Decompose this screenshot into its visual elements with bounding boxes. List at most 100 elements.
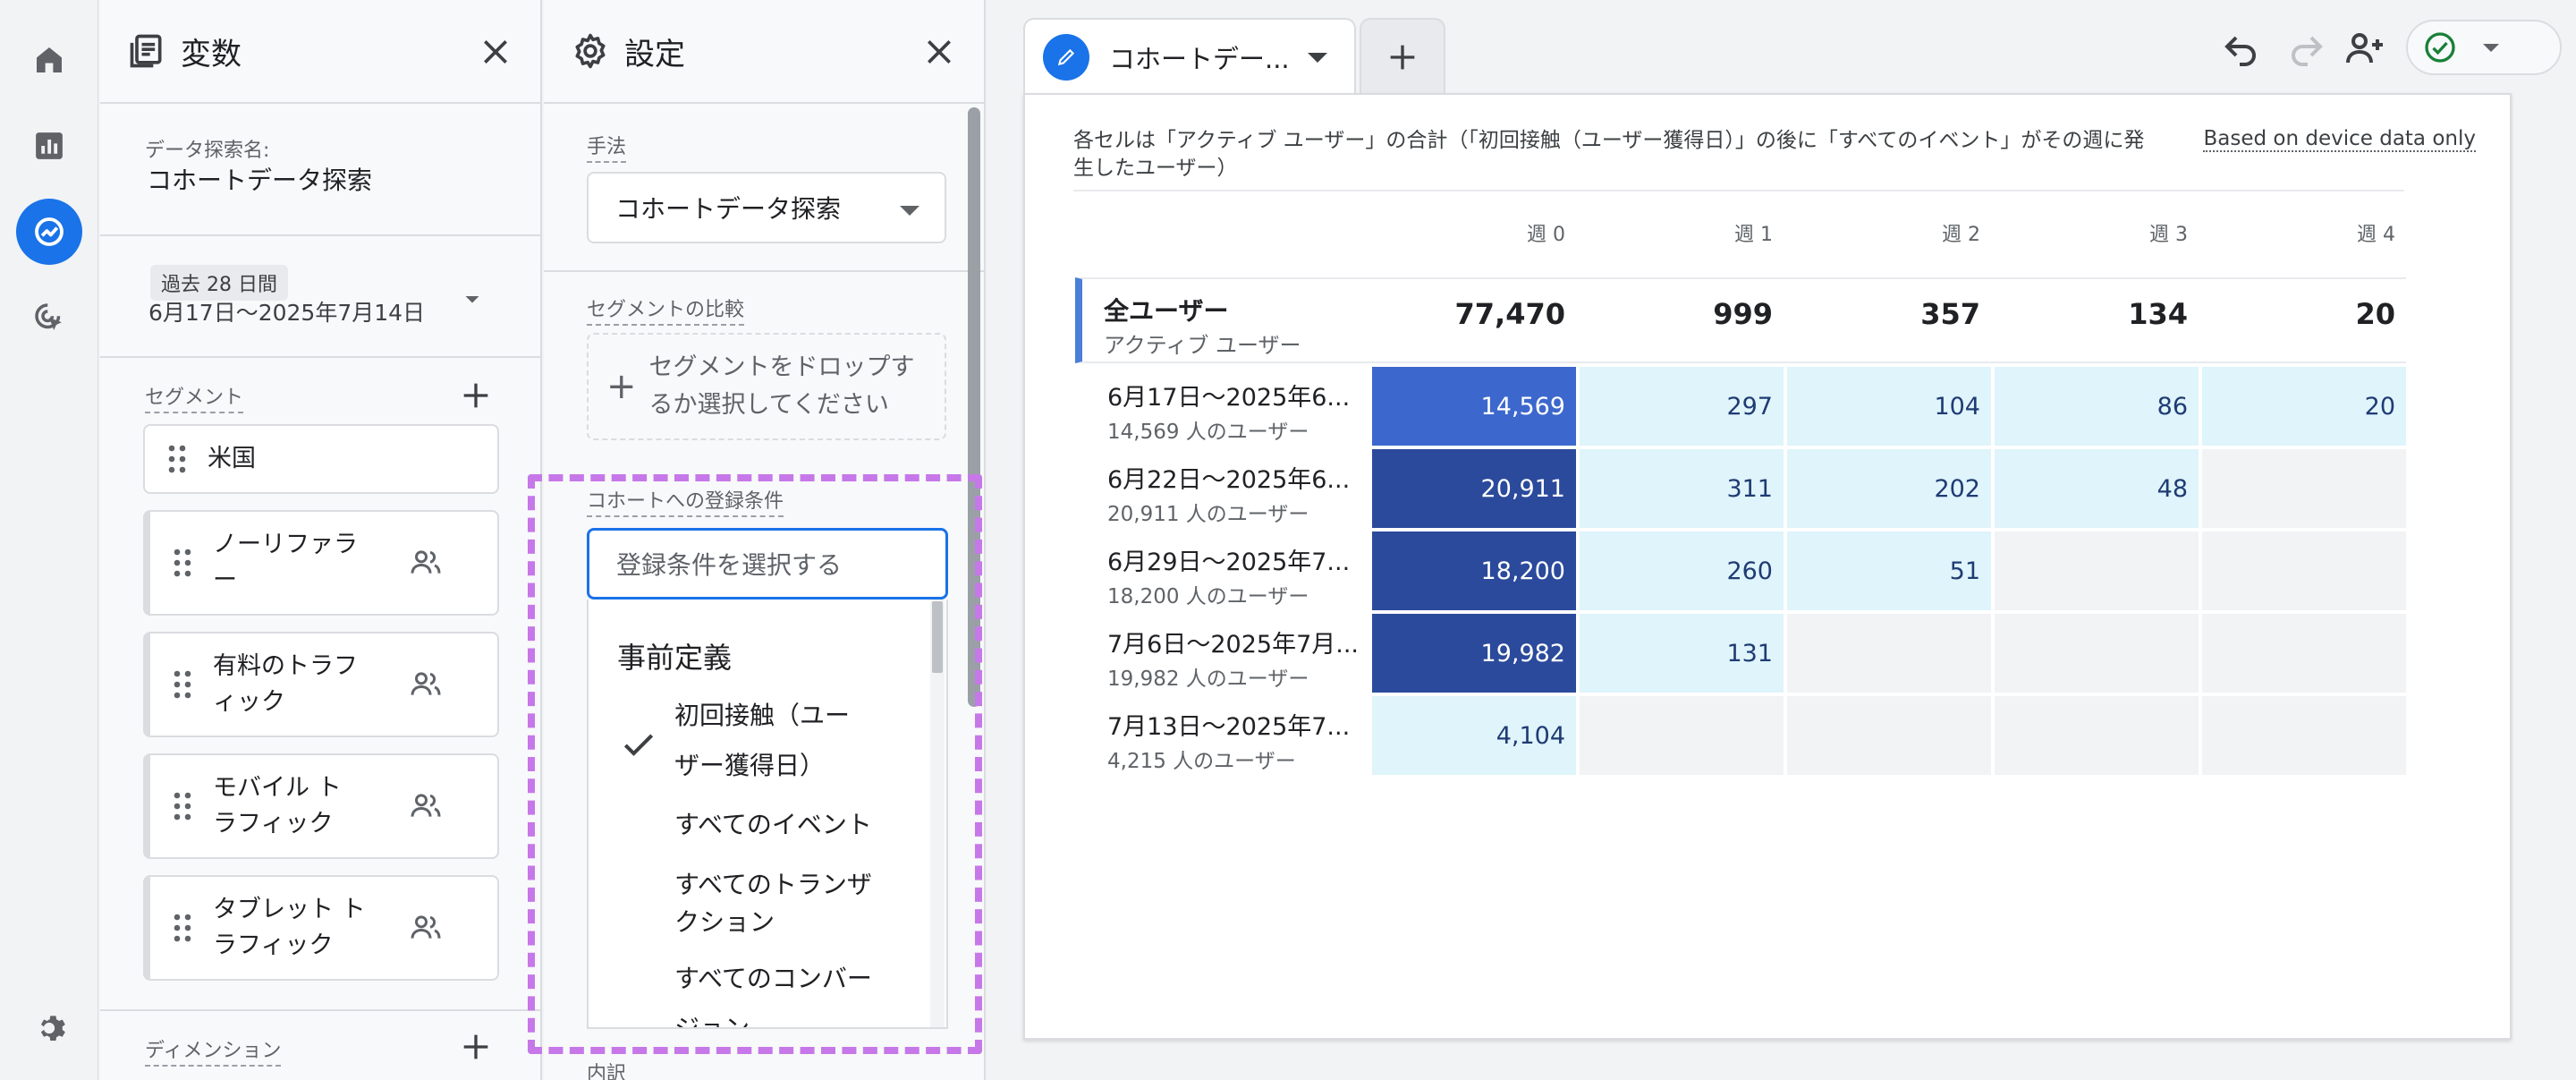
cohort-cell[interactable]: 86 (1995, 367, 2199, 446)
segment-chip-line: ラフィック (213, 810, 334, 838)
cohort-cell[interactable]: 19,982 (1372, 614, 1576, 693)
cohort-row-users: 19,982 人のユーザー (1107, 668, 1309, 691)
dropdown-group-predefined: 事前定義 (617, 641, 733, 675)
cohort-cell[interactable]: 311 (1580, 449, 1784, 528)
cohort-cell[interactable] (2202, 449, 2406, 528)
reports-nav-button[interactable] (16, 113, 82, 179)
drag-grip-icon[interactable] (172, 547, 193, 579)
segment-chip[interactable]: タブレット トラフィック (143, 875, 499, 981)
cohort-row-name: 6月29日～2025年7... (1107, 549, 1351, 576)
week-column-header: 週 2 (1942, 224, 1980, 246)
cohort-cell[interactable] (2202, 696, 2406, 775)
cohort-cell[interactable]: 131 (1580, 614, 1784, 693)
device-data-link[interactable]: Based on device data only (2203, 127, 2476, 152)
add-tab-button[interactable] (1360, 18, 1445, 95)
cohort-cell[interactable] (1787, 614, 1991, 693)
week-column-header: 週 4 (2357, 224, 2395, 246)
segment-chip[interactable]: ノーリファラー (143, 510, 499, 616)
add-segment-icon[interactable] (458, 378, 494, 413)
segment-chip[interactable]: モバイル トラフィック (143, 753, 499, 859)
explore-name-value[interactable]: コホートデータ探索 (147, 161, 372, 197)
option-line: すべてのコンバー (674, 964, 872, 993)
advertising-nav-button[interactable] (16, 285, 82, 351)
cohort-condition-dropdown: 事前定義 初回接触（ユー ザー獲得日） すべてのイベント すべてのトランザ クシ… (587, 600, 948, 1029)
dropdown-option-first-touch[interactable]: 初回接触（ユー ザー獲得日） (674, 691, 898, 791)
week-column-header: 週 1 (1734, 224, 1773, 246)
method-select[interactable]: コホートデータ探索 (587, 172, 946, 243)
total-value: 20 (2355, 297, 2395, 331)
dropdown-scrollbar-thumb[interactable] (932, 601, 943, 673)
explore-name-label: データ探索名: (145, 140, 270, 162)
add-dimension-icon[interactable] (458, 1029, 494, 1065)
variables-header: 変数 (100, 0, 540, 104)
drag-grip-icon[interactable] (166, 443, 188, 475)
cohort-cell[interactable]: 4,104 (1372, 696, 1576, 775)
divider (544, 270, 984, 272)
home-nav-button[interactable] (16, 27, 82, 93)
explore-nav-button[interactable] (16, 199, 82, 265)
option-line: クション (674, 907, 775, 937)
settings-scrollbar[interactable] (968, 107, 980, 707)
drop-zone-line: るか選択してください (648, 391, 889, 419)
save-status-menu[interactable] (2406, 20, 2562, 75)
chevron-down-icon[interactable] (456, 283, 488, 315)
drag-grip-icon[interactable] (172, 790, 193, 822)
cohort-cell[interactable]: 202 (1787, 449, 1991, 528)
cohort-cell[interactable]: 260 (1580, 531, 1784, 610)
drag-grip-icon[interactable] (172, 668, 193, 701)
redo-icon[interactable] (2284, 27, 2327, 70)
cohort-condition-label: コホートへの登録条件 (587, 485, 784, 517)
cohort-row-label: 6月29日～2025年7... 18,200 人のユーザー (1107, 542, 1363, 609)
cohort-cell[interactable]: 14,569 (1372, 367, 1576, 446)
cohort-cell[interactable] (2202, 531, 2406, 610)
segment-chip[interactable]: 有料のトラフ ィック (143, 632, 499, 737)
pencil-icon[interactable] (1043, 34, 1089, 81)
cohort-condition-input[interactable]: 登録条件を選択する (587, 528, 948, 600)
cohort-cell[interactable]: 18,200 (1372, 531, 1576, 610)
people-icon (408, 667, 444, 702)
explore-icon (35, 217, 64, 246)
cohort-cell[interactable]: 48 (1995, 449, 2199, 528)
share-user-icon[interactable] (2343, 27, 2386, 70)
add-icon (1390, 45, 1415, 70)
segment-chip[interactable]: 米国 (143, 424, 499, 494)
cohort-cell[interactable] (2202, 614, 2406, 693)
dropdown-option-all-events[interactable]: すべてのイベント (674, 800, 898, 850)
cohort-cell[interactable] (1995, 696, 2199, 775)
cohort-cell[interactable]: 104 (1787, 367, 1991, 446)
close-icon[interactable] (478, 34, 513, 70)
segment-chip-line: ラフィック (213, 931, 334, 959)
cohort-cell[interactable] (1995, 614, 2199, 693)
tab-cohort-exploration[interactable]: コホートデー... (1023, 18, 1356, 95)
dropdown-option-all-transactions[interactable]: すべてのトランザ クション (674, 861, 898, 936)
settings-title: 設定 (624, 36, 685, 72)
undo-icon[interactable] (2220, 27, 2263, 70)
option-line: ジョン (674, 1014, 750, 1029)
add-icon: + (606, 366, 637, 407)
cohort-cell[interactable]: 20,911 (1372, 449, 1576, 528)
segment-chip-line: 米国 (208, 445, 256, 472)
cohort-row-label: 7月13日～2025年7... 4,215 人のユーザー (1107, 707, 1363, 774)
cohort-cell[interactable]: 20 (2202, 367, 2406, 446)
cohort-row-users: 4,215 人のユーザー (1107, 750, 1296, 773)
admin-nav-button[interactable] (16, 995, 82, 1061)
cohort-cell[interactable] (1787, 696, 1991, 775)
date-range-value: 6月17日～2025年7月14日 (148, 300, 426, 326)
drag-grip-icon[interactable] (172, 912, 193, 944)
cohort-row-users: 14,569 人のユーザー (1107, 421, 1309, 444)
segment-drop-zone[interactable]: + セグメントをドロップす るか選択してください (587, 333, 946, 440)
cohort-cell[interactable] (1580, 696, 1784, 775)
week-column-header: 週 0 (1527, 224, 1565, 246)
dropdown-option-all-conversions[interactable]: すべてのコンバー ジョン (674, 954, 898, 1029)
settings-panel: 設定 手法 コホートデータ探索 セグメントの比較 + セグメントをドロップす る… (544, 0, 986, 1080)
segment-chip-line: ノーリファラ (213, 531, 358, 558)
cohort-cell[interactable] (1995, 531, 2199, 610)
admin-gear-icon (40, 1016, 65, 1041)
check-circle-icon (2425, 32, 2455, 63)
people-icon (408, 910, 444, 946)
close-icon[interactable] (921, 34, 957, 70)
cohort-cell[interactable]: 297 (1580, 367, 1784, 446)
segment-compare-label: セグメントの比較 (587, 293, 745, 326)
caret-down-icon[interactable] (1308, 52, 1327, 63)
cohort-cell[interactable]: 51 (1787, 531, 1991, 610)
